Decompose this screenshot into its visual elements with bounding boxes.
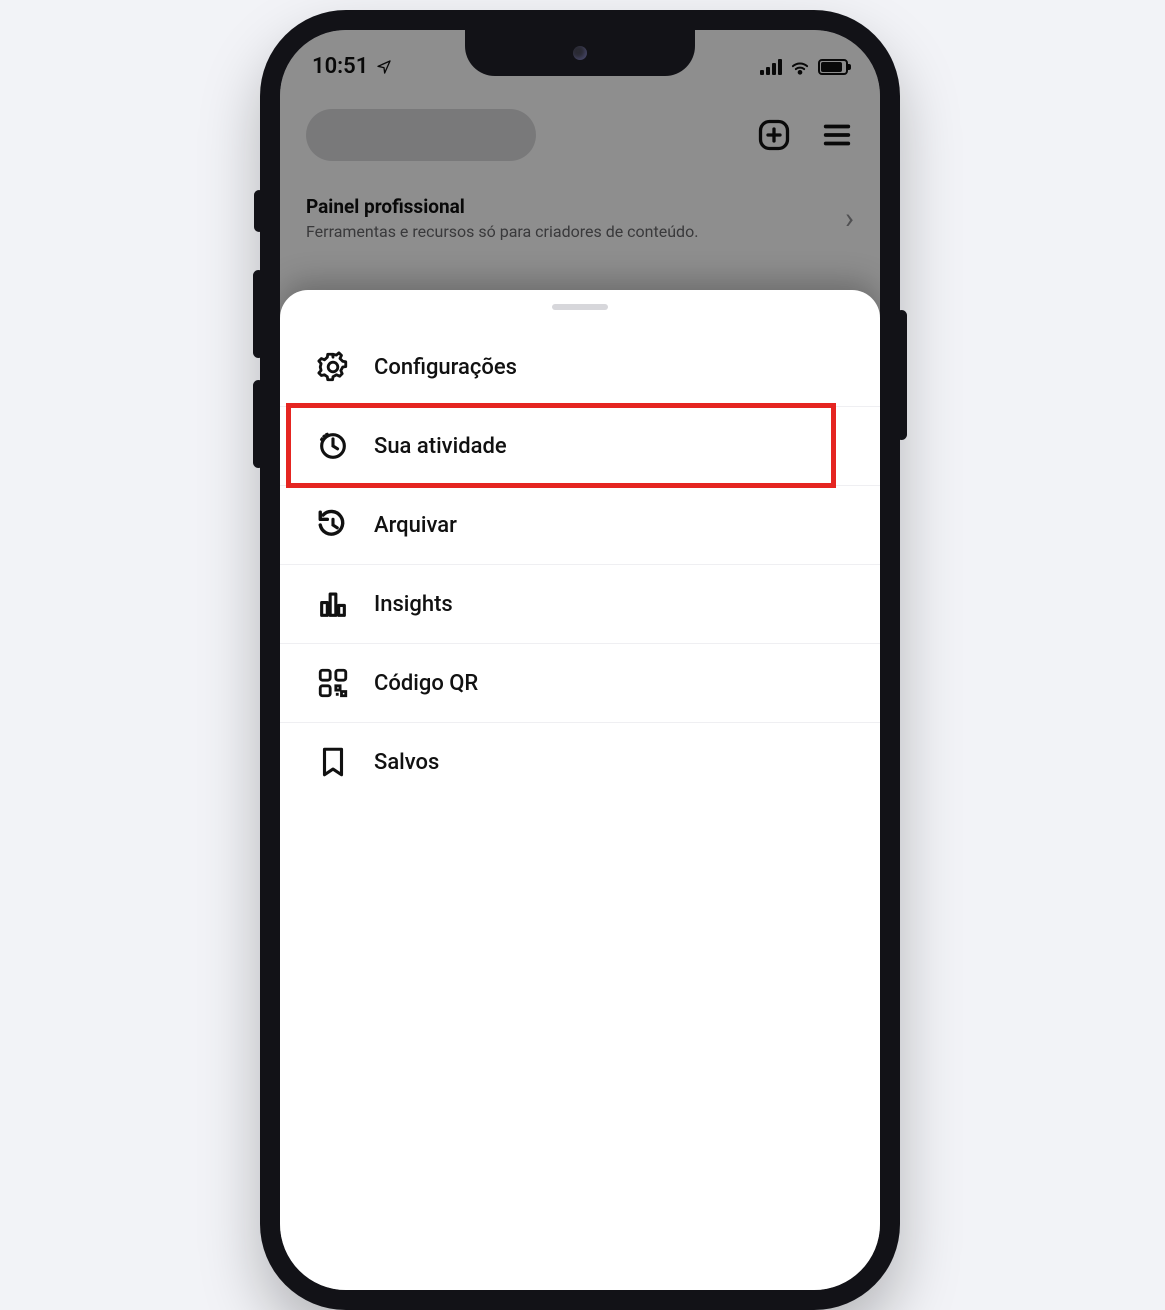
notch xyxy=(465,30,695,76)
chevron-right-icon: › xyxy=(845,201,854,236)
create-button[interactable] xyxy=(756,117,792,153)
status-time: 10:51 xyxy=(312,54,368,79)
menu-item-settings[interactable]: Configurações xyxy=(280,328,880,407)
menu-label: Salvos xyxy=(374,750,439,775)
wifi-icon xyxy=(790,59,810,75)
username-redacted xyxy=(306,109,536,161)
professional-panel-row[interactable]: Painel profissional Ferramentas e recurs… xyxy=(280,177,880,269)
panel-title: Painel profissional xyxy=(306,195,831,218)
menu-item-qr-code[interactable]: Código QR xyxy=(280,644,880,723)
menu-label: Configurações xyxy=(374,355,517,380)
phone-screen: 10:51 xyxy=(280,30,880,1290)
power-button xyxy=(896,310,907,440)
volume-up xyxy=(253,270,264,358)
activity-icon xyxy=(316,429,350,463)
profile-header xyxy=(280,85,880,177)
panel-subtitle: Ferramentas e recursos só para criadores… xyxy=(306,222,831,241)
settings-sheet: Configurações Sua atividade Arquivar xyxy=(280,290,880,1290)
menu-label: Insights xyxy=(374,592,453,617)
status-indicators xyxy=(760,59,848,75)
mute-switch xyxy=(254,190,264,232)
battery-icon xyxy=(818,59,848,75)
qr-code-icon xyxy=(316,666,350,700)
menu-item-archive[interactable]: Arquivar xyxy=(280,486,880,565)
menu-label: Código QR xyxy=(374,671,478,696)
phone-frame: 10:51 xyxy=(260,10,900,1310)
menu-item-insights[interactable]: Insights xyxy=(280,565,880,644)
settings-icon xyxy=(316,350,350,384)
hamburger-menu-button[interactable] xyxy=(820,118,854,152)
menu-item-saved[interactable]: Salvos xyxy=(280,723,880,801)
insights-icon xyxy=(316,587,350,621)
volume-down xyxy=(253,380,264,468)
archive-icon xyxy=(316,508,350,542)
saved-icon xyxy=(316,745,350,779)
menu-label: Arquivar xyxy=(374,513,457,538)
location-icon xyxy=(376,59,392,75)
signal-icon xyxy=(760,59,782,75)
sheet-grabber[interactable] xyxy=(552,304,608,310)
menu-item-your-activity[interactable]: Sua atividade xyxy=(280,407,880,486)
menu-label: Sua atividade xyxy=(374,434,507,459)
